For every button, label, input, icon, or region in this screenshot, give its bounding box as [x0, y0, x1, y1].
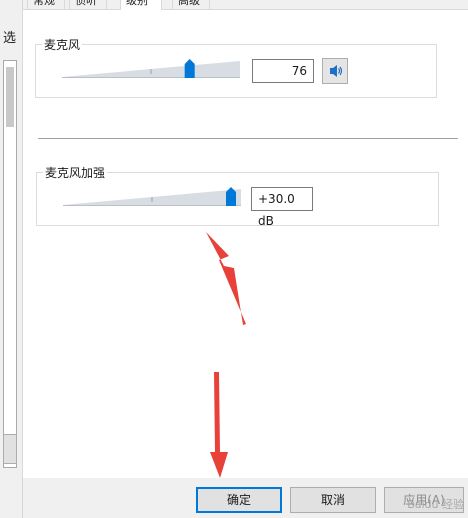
background-list-thumb[interactable]	[6, 67, 14, 127]
background-dialog: 选	[0, 0, 23, 518]
microphone-slider-thumb[interactable]	[184, 59, 195, 78]
microphone-level-field[interactable]: 76	[252, 59, 314, 83]
levels-page: 麦克风 76 麦克风加强 +30.0 dB	[22, 10, 468, 478]
boost-level-field[interactable]: +30.0 dB	[251, 187, 313, 228]
background-list[interactable]	[3, 60, 17, 468]
microphone-group: 麦克风 76	[35, 36, 437, 98]
microphone-slider-graphic[interactable]	[60, 57, 242, 81]
tab-levels[interactable]: 级别	[120, 0, 162, 10]
boost-title: 麦克风加强	[43, 164, 108, 181]
tab-advanced[interactable]: 高级	[172, 0, 210, 9]
cancel-button[interactable]: 取消	[290, 487, 376, 513]
speaker-icon	[330, 65, 343, 77]
microphone-slider[interactable]	[60, 57, 242, 78]
ok-button[interactable]: 确定	[196, 487, 282, 513]
boost-group: 麦克风加强 +30.0 dB	[36, 164, 439, 228]
background-label: 选	[3, 31, 17, 46]
tab-general[interactable]: 常规	[27, 0, 65, 9]
tab-strip: 常规 侦听 级别 高级	[22, 0, 468, 10]
watermark-text: Baidu 经验	[407, 498, 464, 511]
tab-listen[interactable]: 侦听	[69, 0, 107, 9]
microphone-title: 麦克风	[42, 36, 83, 53]
boost-slider-graphic[interactable]	[61, 185, 243, 209]
section-divider	[38, 138, 458, 139]
microphone-mute-button[interactable]	[322, 58, 348, 84]
background-button[interactable]	[3, 434, 17, 464]
boost-slider[interactable]	[61, 185, 243, 206]
